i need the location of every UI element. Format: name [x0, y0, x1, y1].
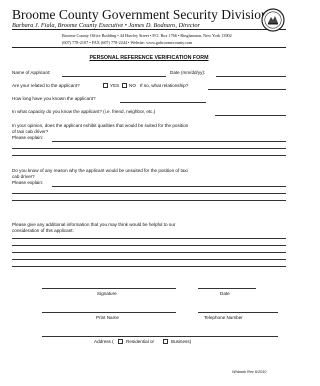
- additional-info-question-cont: consideration of this applicant:: [12, 228, 74, 233]
- explain-label: Please explain:: [12, 135, 44, 140]
- unsuitability-question-cont: cab driver?: [12, 174, 35, 179]
- officials-line: Barbara J. Fiala, Broome County Executiv…: [12, 22, 200, 29]
- additional-info-line[interactable]: [12, 266, 286, 267]
- date-label: Date (mm/dd/yy):: [170, 70, 206, 75]
- telephone-caption: Telephone Number: [204, 315, 243, 320]
- yes-checkbox[interactable]: [103, 83, 108, 88]
- residential-checkbox[interactable]: [118, 339, 123, 344]
- unsuitability-answer-line[interactable]: [12, 193, 286, 194]
- date-field[interactable]: [216, 76, 286, 77]
- header-rule: [12, 29, 286, 31]
- suitability-question: In your opinion, does the applicant exhi…: [12, 123, 189, 128]
- business-checkbox[interactable]: [163, 339, 168, 344]
- suitability-answer-line[interactable]: [12, 148, 286, 149]
- form-revision: Whbank Rev 6/2010: [232, 370, 267, 374]
- no-label: NO: [129, 83, 136, 88]
- how-long-question: How long have you known the applicant?: [12, 96, 96, 101]
- capacity-field[interactable]: [215, 115, 286, 116]
- explain-label: Please explain:: [12, 180, 44, 185]
- name-label: Name of Applicant:: [12, 70, 51, 75]
- how-long-field[interactable]: [120, 102, 206, 103]
- capacity-question: In what capacity do you know the applica…: [12, 109, 156, 114]
- county-seal-icon: [261, 8, 285, 32]
- related-question: Are your related to the applicant?: [12, 83, 80, 88]
- additional-info-line[interactable]: [12, 259, 286, 260]
- additional-info-line[interactable]: [12, 245, 286, 246]
- contact-line: (607) 778-2107 • FAX (607) 778-2244 • We…: [62, 40, 193, 45]
- print-name-caption: Print Name: [96, 315, 119, 320]
- no-checkbox[interactable]: [122, 83, 127, 88]
- signature-caption: Signature: [97, 291, 117, 296]
- print-name-line[interactable]: [42, 312, 176, 313]
- name-field[interactable]: [62, 76, 166, 77]
- agency-name: Broome County Government Security Divisi…: [12, 7, 268, 22]
- additional-info-line[interactable]: [12, 238, 286, 239]
- business-label: Business): [171, 339, 192, 344]
- address-line-field[interactable]: [42, 336, 278, 337]
- address-caption: Address (: [94, 339, 114, 344]
- unsuitability-answer-line[interactable]: [12, 200, 286, 201]
- residential-label: Residential or: [126, 339, 155, 344]
- header-rule-lower: [12, 47, 286, 48]
- additional-info-question: Please give any additional information t…: [12, 222, 176, 227]
- additional-info-line[interactable]: [12, 252, 286, 253]
- unsuitability-answer-line[interactable]: [52, 186, 286, 187]
- relationship-field[interactable]: [208, 89, 286, 90]
- relationship-label: If so, what relationship?: [140, 83, 189, 88]
- suitability-question-cont: of taxi cab driver?: [12, 129, 49, 134]
- date-caption: Date: [220, 291, 230, 296]
- suitability-answer-line[interactable]: [12, 155, 286, 156]
- signature-line[interactable]: [42, 288, 176, 289]
- telephone-line[interactable]: [198, 312, 278, 313]
- suitability-answer-line[interactable]: [52, 141, 286, 142]
- unsuitability-question: Do you know of any reason why the applic…: [12, 168, 188, 173]
- address-line: Broome County Office Building • 44 Hawle…: [62, 33, 232, 38]
- yes-label: YES: [110, 83, 120, 88]
- signature-date-line[interactable]: [198, 288, 256, 289]
- form-title: PERSONAL REFERENCE VERIFICATION FORM: [89, 55, 209, 61]
